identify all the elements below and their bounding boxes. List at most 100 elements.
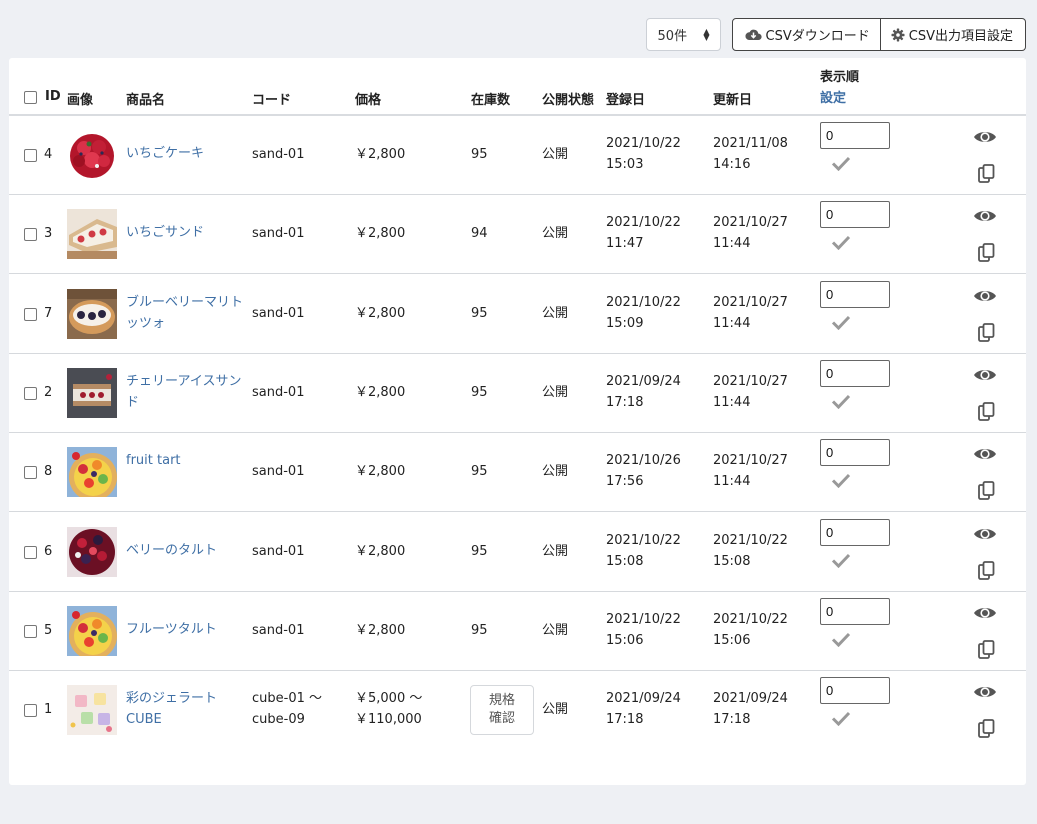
copy-icon[interactable]	[978, 639, 995, 659]
product-id: 3	[44, 226, 53, 242]
spec-confirm-button[interactable]: 規格 確認	[470, 685, 534, 736]
order-settings-link[interactable]: 設定	[820, 88, 859, 109]
product-id: 8	[44, 464, 53, 480]
check-icon[interactable]	[831, 393, 851, 409]
col-stock: 在庫数	[471, 93, 511, 108]
created-date: 2021/09/24 17:18	[606, 691, 681, 728]
check-icon[interactable]	[831, 234, 851, 251]
display-order-input[interactable]	[820, 201, 890, 229]
check-icon[interactable]	[831, 710, 851, 727]
product-price: ￥5,000 ～ ￥110,000	[355, 691, 423, 728]
product-name-link[interactable]: 彩のジェラートCUBE	[126, 688, 246, 730]
product-name-link[interactable]: ベリーのタルト	[126, 540, 246, 561]
per-page-value: 50件	[657, 29, 688, 44]
product-price: ￥2,800	[355, 226, 406, 242]
csv-download-button[interactable]: CSVダウンロード	[731, 18, 881, 51]
csv-settings-button[interactable]: CSV出力項目設定	[880, 18, 1026, 51]
product-stock: 95	[471, 464, 488, 480]
product-stock: 95	[471, 622, 488, 638]
product-name-link[interactable]: チェリーアイスサンド	[126, 371, 246, 413]
product-price: ￥2,800	[355, 147, 406, 162]
display-order-input[interactable]	[820, 359, 890, 387]
created-date: 2021/10/22 15:06	[606, 611, 681, 648]
csv-download-label: CSVダウンロード	[765, 29, 870, 44]
display-order-input[interactable]	[820, 597, 890, 625]
product-price: ￥2,800	[355, 305, 406, 321]
col-image: 画像	[67, 93, 94, 108]
check-icon[interactable]	[831, 155, 851, 171]
row-checkbox[interactable]	[24, 149, 37, 162]
check-icon[interactable]	[831, 552, 851, 568]
copy-icon[interactable]	[978, 322, 995, 342]
product-code: sand-01	[252, 543, 305, 559]
display-order-input[interactable]	[820, 122, 890, 149]
copy-icon[interactable]	[978, 481, 995, 501]
created-date: 2021/09/24 17:18	[606, 373, 681, 410]
select-all-checkbox[interactable]	[24, 91, 37, 104]
updown-icon: ▲ ▼	[703, 26, 710, 42]
table-row: 5 フルーツタルト sand-01 ￥2,800 95 公開 2021/10/22 15:0…	[9, 592, 1026, 671]
check-icon[interactable]	[831, 631, 851, 647]
display-order-input[interactable]	[820, 677, 890, 705]
copy-icon[interactable]	[978, 164, 995, 183]
product-code: sand-01	[252, 305, 305, 321]
eye-icon[interactable]	[973, 367, 997, 383]
col-code: コード	[252, 93, 292, 108]
row-checkbox[interactable]	[24, 545, 37, 559]
row-checkbox[interactable]	[24, 386, 37, 400]
product-status: 公開	[542, 543, 569, 559]
eye-icon[interactable]	[973, 129, 997, 145]
display-order-input[interactable]	[820, 518, 890, 546]
product-name-link[interactable]: fruit tart	[126, 450, 246, 471]
product-thumbnail	[67, 368, 117, 418]
table-row: 6 ベリーのタルト sand-01 ￥2,800 95 公開 2021/10/22 15:0…	[9, 513, 1026, 592]
row-checkbox[interactable]	[24, 307, 37, 321]
per-page-select[interactable]: 50件 ▲ ▼	[645, 18, 721, 51]
table-row: 4 いちごケーキ sand-01 ￥2,800 95 公開 2021/10/22 15:03…	[9, 116, 1026, 195]
product-status: 公開	[542, 384, 569, 400]
eye-icon[interactable]	[973, 605, 997, 621]
product-name-link[interactable]: いちごケーキ	[126, 143, 246, 164]
product-table: ID 画像 商品名 コード 価格 在庫数 公開状態 登録日 更新日 表示順 設定…	[9, 58, 1026, 785]
eye-icon[interactable]	[973, 446, 997, 462]
check-icon[interactable]	[831, 314, 851, 330]
product-stock: 94	[471, 226, 488, 242]
eye-icon[interactable]	[973, 684, 997, 700]
row-checkbox[interactable]	[24, 624, 37, 638]
product-thumbnail	[67, 527, 117, 577]
row-checkbox[interactable]	[24, 466, 37, 480]
col-created: 登録日	[606, 93, 646, 108]
copy-icon[interactable]	[978, 719, 995, 738]
product-name-link[interactable]: いちごサンド	[126, 222, 246, 243]
product-status: 公開	[542, 226, 569, 242]
updated-date: 2021/10/22 15:06	[713, 611, 788, 648]
product-id: 4	[44, 147, 53, 162]
table-row: 7 ブルーベリーマリトッツォ sand-01 ￥2,800 95 公開 2021/10/22…	[9, 275, 1026, 354]
row-checkbox[interactable]	[24, 704, 37, 718]
eye-icon[interactable]	[973, 208, 997, 224]
check-icon[interactable]	[831, 472, 851, 489]
product-thumbnail	[67, 209, 117, 259]
row-checkbox[interactable]	[24, 228, 37, 242]
created-date: 2021/10/26 17:56	[606, 453, 681, 490]
product-thumbnail	[67, 606, 117, 656]
product-id: 6	[44, 543, 53, 559]
product-name-link[interactable]: ブルーベリーマリトッツォ	[126, 292, 246, 334]
table-header: ID 画像 商品名 コード 価格 在庫数 公開状態 登録日 更新日 表示順 設定	[9, 58, 1026, 116]
table-row: 1 彩のジェラートCUBE cube-01 ～ cube-09 ￥5,000 ～ ￥1…	[9, 671, 1026, 750]
display-order-input[interactable]	[820, 439, 890, 467]
eye-icon[interactable]	[973, 526, 997, 542]
product-thumbnail	[67, 289, 117, 339]
col-price: 価格	[355, 93, 382, 108]
updated-date: 2021/10/22 15:08	[713, 532, 788, 569]
toolbar: 50件 ▲ ▼ CSVダウンロード CSV出力項目設定	[645, 18, 1026, 51]
product-code: cube-01 ～ cube-09	[252, 691, 323, 728]
copy-icon[interactable]	[978, 243, 995, 263]
eye-icon[interactable]	[973, 288, 997, 304]
gear-icon	[891, 28, 905, 41]
copy-icon[interactable]	[978, 401, 995, 421]
product-name-link[interactable]: フルーツタルト	[126, 619, 246, 640]
product-price: ￥2,800	[355, 384, 406, 400]
display-order-input[interactable]	[820, 280, 890, 308]
copy-icon[interactable]	[978, 560, 995, 580]
